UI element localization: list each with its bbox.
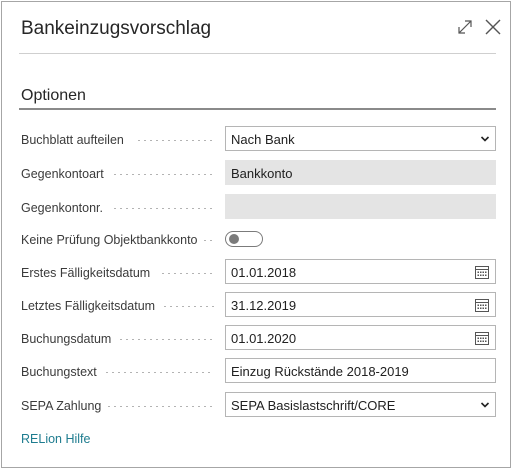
- label-gegenkontoart: Gegenkontoart: [21, 167, 104, 181]
- chevron-down-icon: [480, 136, 490, 142]
- leader-dots: [104, 372, 214, 373]
- leader-dots: [118, 339, 214, 340]
- letztes-faelligkeitsdatum-value: 31.12.2019: [231, 298, 297, 313]
- dialog-title: Bankeinzugsvorschlag: [21, 18, 212, 39]
- calendar-icon[interactable]: [475, 265, 489, 279]
- calendar-icon[interactable]: [475, 331, 489, 345]
- close-icon[interactable]: [482, 16, 504, 38]
- section-title: Optionen: [21, 87, 86, 104]
- buchungsdatum-value: 01.01.2020: [231, 331, 297, 346]
- header-divider: [19, 53, 496, 54]
- label-buchungstext: Buchungstext: [21, 365, 97, 379]
- section-divider: [19, 108, 496, 110]
- label-sepa-zahlung: SEPA Zahlung: [21, 399, 102, 413]
- keine-pruefung-toggle[interactable]: [225, 231, 263, 247]
- leader-dots: [160, 273, 214, 274]
- gegenkontoart-field: Bankkonto: [225, 160, 496, 185]
- gegenkontonr-field: [225, 194, 496, 219]
- help-link[interactable]: RELion Hilfe: [21, 432, 90, 446]
- dialog: Bankeinzugsvorschlag Optionen Buchblatt …: [1, 1, 511, 468]
- buchblatt-aufteilen-value: Nach Bank: [231, 132, 295, 147]
- expand-icon[interactable]: [454, 16, 476, 38]
- label-buchblatt-aufteilen: Buchblatt aufteilen: [21, 133, 124, 147]
- calendar-icon[interactable]: [475, 298, 489, 312]
- erstes-faelligkeitsdatum-input[interactable]: 01.01.2018: [225, 259, 496, 284]
- toggle-knob: [229, 234, 239, 244]
- sepa-zahlung-select[interactable]: SEPA Basislastschrift/CORE: [225, 392, 496, 417]
- leader-dots: [162, 306, 214, 307]
- sepa-zahlung-value: SEPA Basislastschrift/CORE: [231, 398, 396, 413]
- leader-dots: [112, 208, 214, 209]
- chevron-down-icon: [480, 402, 490, 408]
- leader-dots: [136, 140, 214, 141]
- erstes-faelligkeitsdatum-value: 01.01.2018: [231, 265, 297, 280]
- label-erstes-faelligkeitsdatum: Erstes Fälligkeitsdatum: [21, 266, 151, 280]
- buchungstext-value: Einzug Rückstände 2018-2019: [231, 364, 409, 379]
- buchungstext-input[interactable]: Einzug Rückstände 2018-2019: [225, 358, 496, 383]
- label-keine-pruefung: Keine Prüfung Objektbankkonto: [21, 233, 198, 247]
- label-letztes-faelligkeitsdatum: Letztes Fälligkeitsdatum: [21, 299, 156, 313]
- label-buchungsdatum: Buchungsdatum: [21, 332, 112, 346]
- label-gegenkontonr: Gegenkontonr.: [21, 201, 104, 215]
- letztes-faelligkeitsdatum-input[interactable]: 31.12.2019: [225, 292, 496, 317]
- buchungsdatum-input[interactable]: 01.01.2020: [225, 325, 496, 350]
- buchblatt-aufteilen-select[interactable]: Nach Bank: [225, 126, 496, 151]
- gegenkontoart-value: Bankkonto: [231, 166, 293, 181]
- leader-dots: [202, 240, 214, 241]
- leader-dots: [106, 406, 214, 407]
- leader-dots: [112, 174, 214, 175]
